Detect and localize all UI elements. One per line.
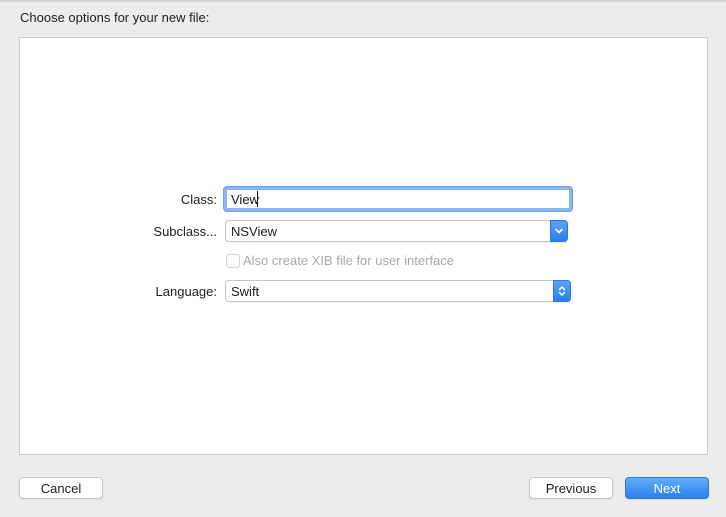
language-value: Swift xyxy=(231,284,260,299)
next-button[interactable]: Next xyxy=(625,477,709,499)
language-popup[interactable]: Swift xyxy=(225,280,571,302)
language-label: Language: xyxy=(155,284,217,299)
subclass-label: Subclass... xyxy=(153,224,217,239)
xib-checkbox[interactable] xyxy=(226,254,240,268)
cancel-button[interactable]: Cancel xyxy=(19,477,103,499)
subclass-value: NSView xyxy=(231,224,278,239)
dialog-heading: Choose options for your new file: xyxy=(20,10,210,25)
subclass-combo-box[interactable]: NSView xyxy=(225,220,568,242)
chevron-down-icon[interactable] xyxy=(550,220,568,242)
up-down-chevron-icon xyxy=(553,280,571,302)
xib-checkbox-label: Also create XIB file for user interface xyxy=(243,253,454,268)
options-panel xyxy=(19,37,708,455)
text-caret xyxy=(257,191,258,207)
previous-button[interactable]: Previous xyxy=(529,477,613,499)
class-name-input[interactable] xyxy=(224,187,572,211)
class-label: Class: xyxy=(180,192,217,207)
title-separator xyxy=(0,0,726,2)
